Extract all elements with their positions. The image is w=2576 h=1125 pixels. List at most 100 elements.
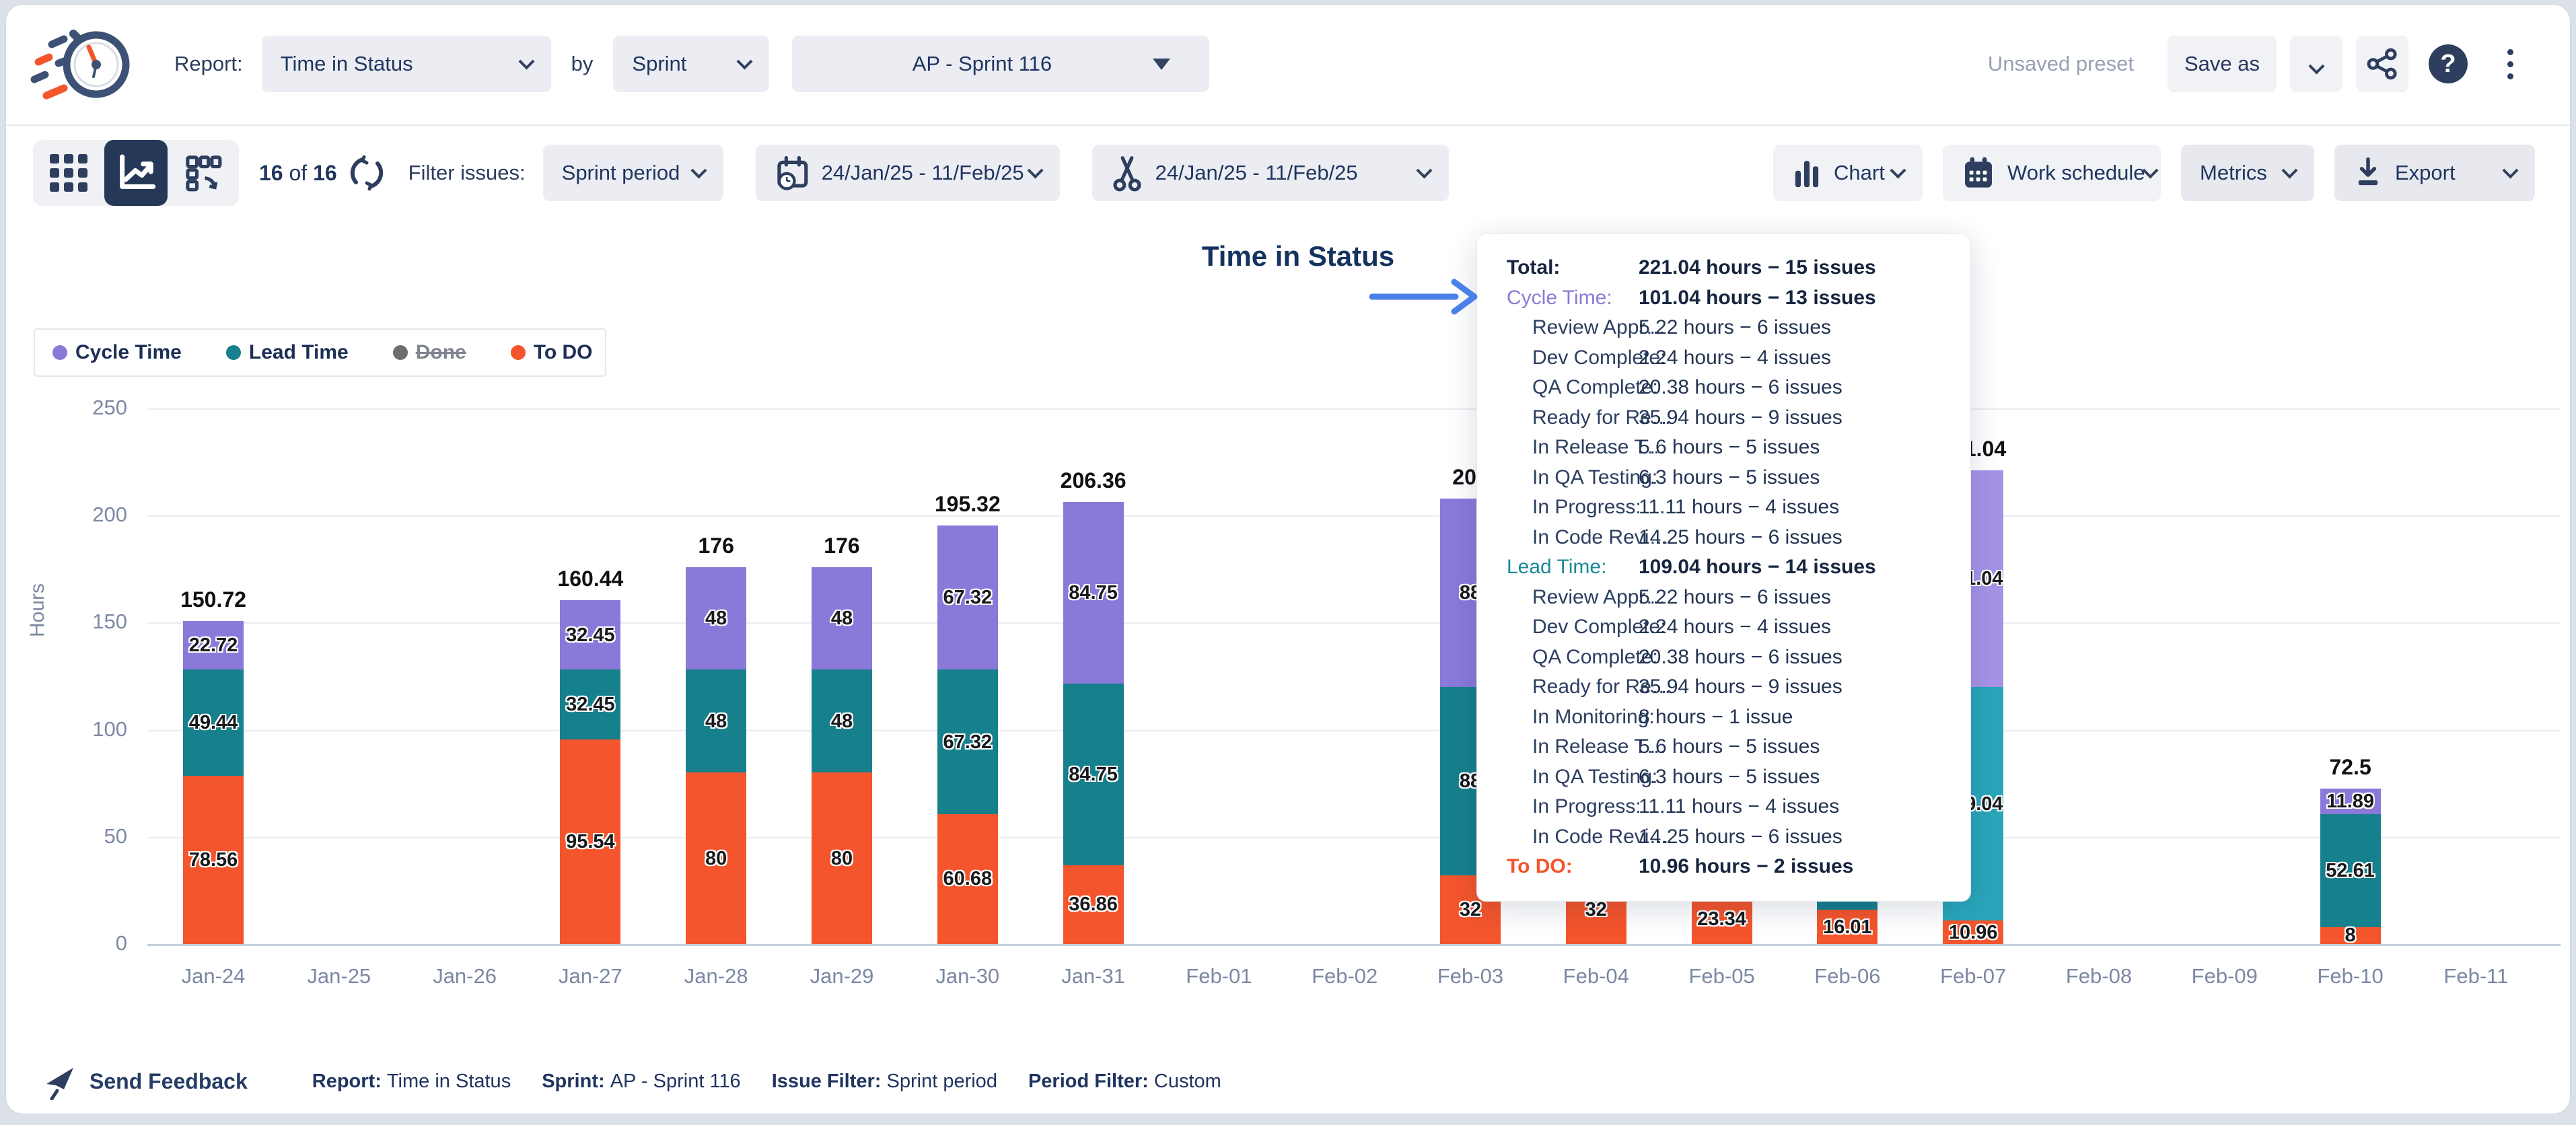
- bar-segment[interactable]: [686, 772, 746, 944]
- x-axis-tick: Feb-02: [1284, 964, 1405, 988]
- view-toggle-pivot[interactable]: [172, 144, 235, 202]
- more-menu-button[interactable]: [2484, 36, 2536, 92]
- bar-segment[interactable]: [2320, 814, 2381, 927]
- bar-segment[interactable]: [1817, 760, 1877, 910]
- send-feedback-button[interactable]: Send Feedback: [44, 1062, 248, 1100]
- bar-segment[interactable]: [1692, 723, 1752, 894]
- gridline: [147, 622, 2561, 624]
- bar-segment[interactable]: [1943, 687, 2003, 920]
- report-summary: Report: Time in Status Sprint: AP - Sprin…: [312, 1070, 1221, 1093]
- bar-segment[interactable]: [1817, 910, 1877, 944]
- bar-segment[interactable]: [686, 669, 746, 772]
- tooltip-row: Review Appr…5.22 hours − 6 issues: [1495, 313, 1953, 343]
- work-schedule-button[interactable]: Work schedule: [1943, 145, 2161, 201]
- chevron-down-icon: [2308, 58, 2324, 74]
- chart-type-button[interactable]: Chart: [1773, 145, 1923, 201]
- summary-pair: Issue Filter: Sprint period: [772, 1070, 997, 1093]
- save-as-chevron-button[interactable]: [2290, 36, 2342, 92]
- bar-segment[interactable]: [1440, 875, 1501, 944]
- tooltip-row-value: 2.24 hours − 4 issues: [1639, 347, 1831, 369]
- chart-title: Time in Status: [1110, 240, 1487, 273]
- chart-type-value: Chart: [1834, 161, 1885, 185]
- bar-total-label: 160.44: [516, 567, 664, 591]
- bar-segment[interactable]: [1566, 687, 1626, 875]
- bar-segment[interactable]: [937, 525, 998, 669]
- tooltip-row-value: 221.04 hours − 15 issues: [1639, 256, 1876, 279]
- save-as-button[interactable]: Save as: [2168, 36, 2277, 92]
- bar-segment[interactable]: [1566, 499, 1626, 687]
- bar-segment[interactable]: [2320, 789, 2381, 814]
- footer: Send Feedback Report: Time in Status Spri…: [6, 1049, 2570, 1114]
- bar-segment[interactable]: [1063, 684, 1124, 865]
- report-select[interactable]: Time in Status: [262, 36, 551, 92]
- legend-dot-icon: [226, 345, 241, 360]
- y-axis-tick: 250: [20, 396, 127, 420]
- bar-segment[interactable]: [1943, 920, 2003, 944]
- export-value: Export: [2395, 161, 2456, 185]
- tooltip-row-label: Total:: [1507, 256, 1560, 279]
- gridline: [147, 730, 2561, 731]
- bar-segment[interactable]: [937, 814, 998, 944]
- x-axis-tick: Feb-07: [1912, 964, 2034, 988]
- bar-segment[interactable]: [1943, 470, 2003, 687]
- x-axis-tick: Feb-10: [2290, 964, 2411, 988]
- bar-segment[interactable]: [812, 567, 872, 670]
- bar-segment[interactable]: [560, 739, 620, 944]
- legend: Cycle Time Lead Time Done To DO: [34, 328, 606, 377]
- chevron-down-icon: [1027, 162, 1043, 178]
- group-by-value: Sprint: [632, 52, 686, 76]
- chevron-down-icon: [2143, 162, 2159, 178]
- bar-segment[interactable]: [183, 776, 244, 944]
- help-button[interactable]: ?: [2422, 36, 2474, 92]
- summary-pair: Report: Time in Status: [312, 1070, 511, 1093]
- bar-segment[interactable]: [1440, 499, 1501, 687]
- legend-item-cycle-time[interactable]: Cycle Time: [52, 341, 182, 364]
- bar-segment[interactable]: [812, 772, 872, 944]
- bar-segment[interactable]: [183, 669, 244, 775]
- legend-dot-icon: [511, 345, 526, 360]
- bar-segment[interactable]: [686, 567, 746, 670]
- metrics-button[interactable]: Metrics: [2181, 145, 2314, 201]
- share-button[interactable]: [2356, 36, 2408, 92]
- bar-segment[interactable]: [1063, 865, 1124, 944]
- issue-filter-select[interactable]: Sprint period: [543, 145, 723, 201]
- bar-segment[interactable]: [1692, 894, 1752, 944]
- chart-view-icon: [115, 152, 157, 194]
- date-range-select[interactable]: 24/Jan/25 - 11/Feb/25: [756, 145, 1060, 201]
- share-icon: [2366, 48, 2398, 80]
- chevron-down-icon: [1890, 162, 1906, 178]
- bar-segment[interactable]: [812, 669, 872, 772]
- legend-item-lead-time[interactable]: Lead Time: [226, 341, 349, 364]
- y-axis-tick: 100: [20, 717, 127, 741]
- refresh-button[interactable]: [349, 155, 384, 190]
- bar-segment[interactable]: [1817, 610, 1877, 760]
- view-toggle-group: [33, 140, 239, 206]
- bar-segment[interactable]: [1440, 687, 1501, 875]
- group-by-select[interactable]: Sprint: [613, 36, 769, 92]
- bar-segment[interactable]: [2320, 927, 2381, 944]
- view-toggle-table[interactable]: [37, 144, 100, 202]
- bar-segment[interactable]: [1063, 502, 1124, 684]
- bar-segment[interactable]: [937, 669, 998, 813]
- tooltip-row: QA Complete:20.38 hours − 6 issues: [1495, 373, 1953, 403]
- pivot-view-icon: [183, 153, 223, 193]
- scissors-icon: [1111, 154, 1143, 192]
- chevron-down-icon: [518, 53, 534, 69]
- bar-segment[interactable]: [1566, 875, 1626, 944]
- summary-pair: Sprint: AP - Sprint 116: [542, 1070, 740, 1093]
- x-axis-tick: Jan-26: [404, 964, 526, 988]
- bar-segment[interactable]: [1692, 551, 1752, 723]
- view-toggle-chart[interactable]: [104, 140, 168, 206]
- bar-total-label: 195.32: [894, 492, 1042, 517]
- filter-issues-label: Filter issues:: [408, 161, 526, 185]
- bar-segment[interactable]: [560, 669, 620, 739]
- trim-range-select[interactable]: 24/Jan/25 - 11/Feb/25: [1092, 145, 1449, 201]
- legend-item-to-do[interactable]: To DO: [511, 341, 593, 364]
- bar-segment[interactable]: [183, 621, 244, 669]
- legend-item-done[interactable]: Done: [393, 341, 466, 364]
- chevron-down-icon: [737, 53, 753, 69]
- export-button[interactable]: Export: [2334, 145, 2535, 201]
- sprint-select[interactable]: AP - Sprint 116: [792, 36, 1209, 92]
- bar-segment[interactable]: [560, 600, 620, 669]
- tooltip-row: Ready for Re…35.94 hours − 9 issues: [1495, 403, 1953, 433]
